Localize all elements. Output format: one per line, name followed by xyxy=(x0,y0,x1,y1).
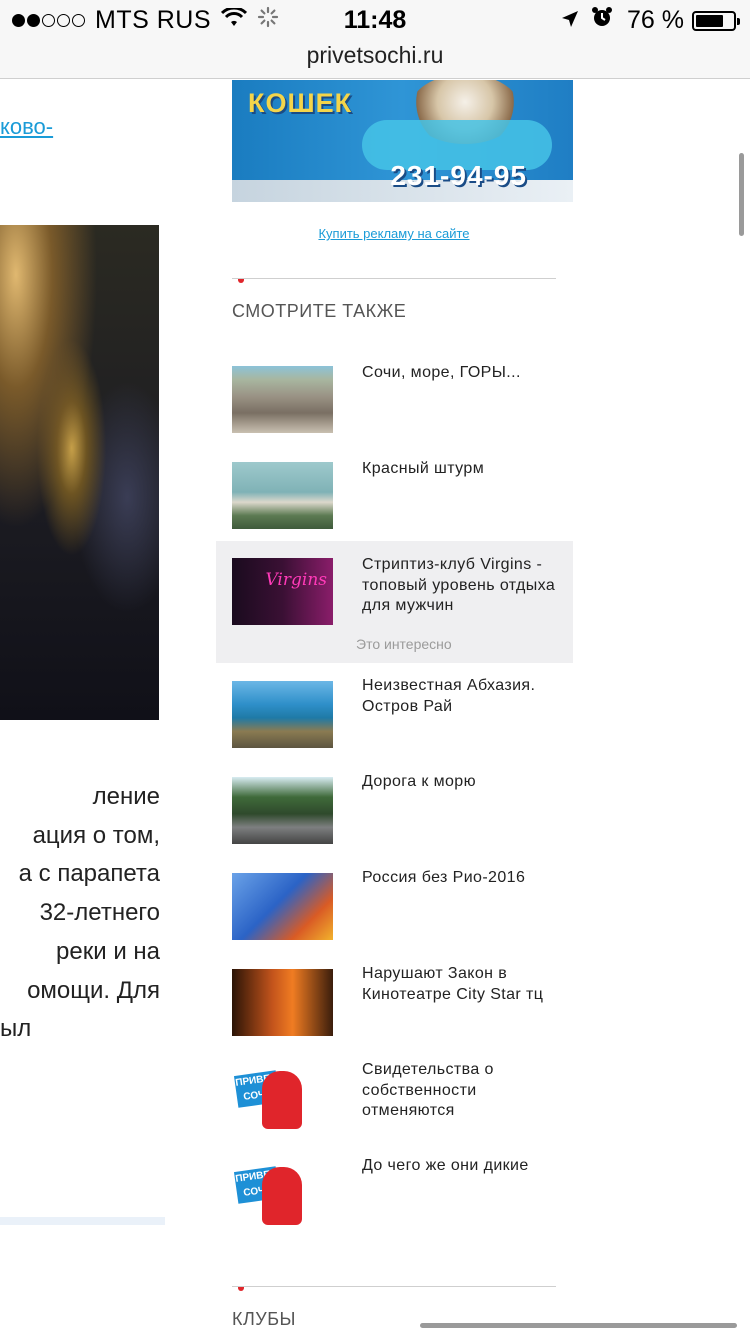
list-item[interactable]: Сочи, море, ГОРЫ... xyxy=(216,352,573,448)
item-title[interactable]: До чего же они дикие xyxy=(362,1156,572,1177)
buy-ad-link[interactable]: Купить рекламу на сайте xyxy=(232,226,556,241)
ad-title: КОШЕК xyxy=(248,88,353,118)
article-text-line: реки и на xyxy=(56,937,160,965)
list-item[interactable]: Неизвестная Абхазия. Остров Рай xyxy=(216,667,573,763)
article-text: ление ация о том, а с парапета 32-летнего ре… xyxy=(0,778,160,1049)
status-bar: MTS RUS 11:48 76 % xyxy=(0,0,750,40)
item-thumbnail[interactable] xyxy=(232,366,333,433)
item-thumbnail[interactable] xyxy=(232,873,333,940)
list-item[interactable]: Россия без Рио-2016 xyxy=(216,859,573,955)
article-text-line: а с парапета xyxy=(18,860,160,888)
clubs-heading: КЛУБЫ xyxy=(232,1309,296,1329)
article-text-line: ление xyxy=(92,783,160,810)
item-title[interactable]: Сочи, море, ГОРЫ... xyxy=(362,363,572,384)
item-title[interactable]: Нарушают Закон в Кинотеатре City Star тц xyxy=(362,964,572,1005)
article-link[interactable]: ково- xyxy=(0,114,53,140)
item-thumbnail[interactable] xyxy=(232,969,333,1036)
list-item[interactable]: Красный штурм xyxy=(216,448,573,541)
section-divider xyxy=(232,1286,556,1287)
promoted-label: Это интересно xyxy=(356,636,452,652)
site-logo-figure xyxy=(262,1167,302,1225)
site-logo-figure xyxy=(262,1071,302,1129)
item-title[interactable]: Россия без Рио-2016 xyxy=(362,868,572,889)
address-bar[interactable]: privetsochi.ru xyxy=(0,40,750,79)
list-item[interactable]: ПРИВЕТ СОЧИ Свидетельства о собственност… xyxy=(216,1051,573,1147)
article-text-line: 32-летнего xyxy=(39,899,160,927)
section-marker xyxy=(238,1287,244,1291)
article-text-line: омощи. Для xyxy=(27,976,160,1004)
item-thumbnail[interactable] xyxy=(232,777,333,844)
section-divider xyxy=(232,278,556,279)
item-title[interactable]: Красный штурм xyxy=(362,459,572,480)
vertical-scrollbar[interactable] xyxy=(739,153,744,236)
item-thumbnail[interactable] xyxy=(232,681,333,748)
promoted-list-item[interactable]: Virgins Стриптиз-клуб Virgins - топовый … xyxy=(216,541,573,663)
list-item[interactable]: Нарушают Закон в Кинотеатре City Star тц xyxy=(216,955,573,1051)
ad-phone-number: 231-94-95 xyxy=(390,160,527,191)
battery-icon xyxy=(692,10,740,31)
item-title[interactable]: Свидетельства о собственности отменяются xyxy=(362,1060,572,1122)
article-divider xyxy=(0,1217,165,1225)
item-thumbnail[interactable]: Virgins xyxy=(232,558,333,625)
article-photo xyxy=(0,225,159,720)
url-domain[interactable]: privetsochi.ru xyxy=(0,40,750,70)
see-also-heading: СМОТРИТЕ ТАКЖЕ xyxy=(232,301,407,321)
item-thumbnail[interactable] xyxy=(232,462,333,529)
ad-banner[interactable]: КОШЕК 231-94-95 xyxy=(232,80,573,202)
article-text-line: ыл xyxy=(0,1015,32,1043)
list-item[interactable]: Дорога к морю xyxy=(216,763,573,859)
item-title[interactable]: Неизвестная Абхазия. Остров Рай xyxy=(362,676,572,717)
location-arrow-icon xyxy=(561,6,579,35)
item-thumbnail[interactable]: ПРИВЕТ СОЧИ xyxy=(232,1065,333,1132)
horizontal-scrollbar[interactable] xyxy=(420,1323,737,1328)
article-text-line: ация о том, xyxy=(32,821,160,849)
item-title[interactable]: Дорога к морю xyxy=(362,772,572,793)
alarm-clock-icon xyxy=(591,6,613,35)
status-right: 76 % xyxy=(561,6,740,35)
item-thumbnail[interactable]: ПРИВЕТ СОЧИ xyxy=(232,1161,333,1228)
section-marker xyxy=(238,279,244,283)
item-title[interactable]: Стриптиз-клуб Virgins - топовый уровень … xyxy=(362,555,572,617)
thumbnail-caption: Virgins xyxy=(265,570,327,590)
battery-percent: 76 % xyxy=(627,6,684,34)
list-item[interactable]: ПРИВЕТ СОЧИ До чего же они дикие xyxy=(216,1147,573,1243)
